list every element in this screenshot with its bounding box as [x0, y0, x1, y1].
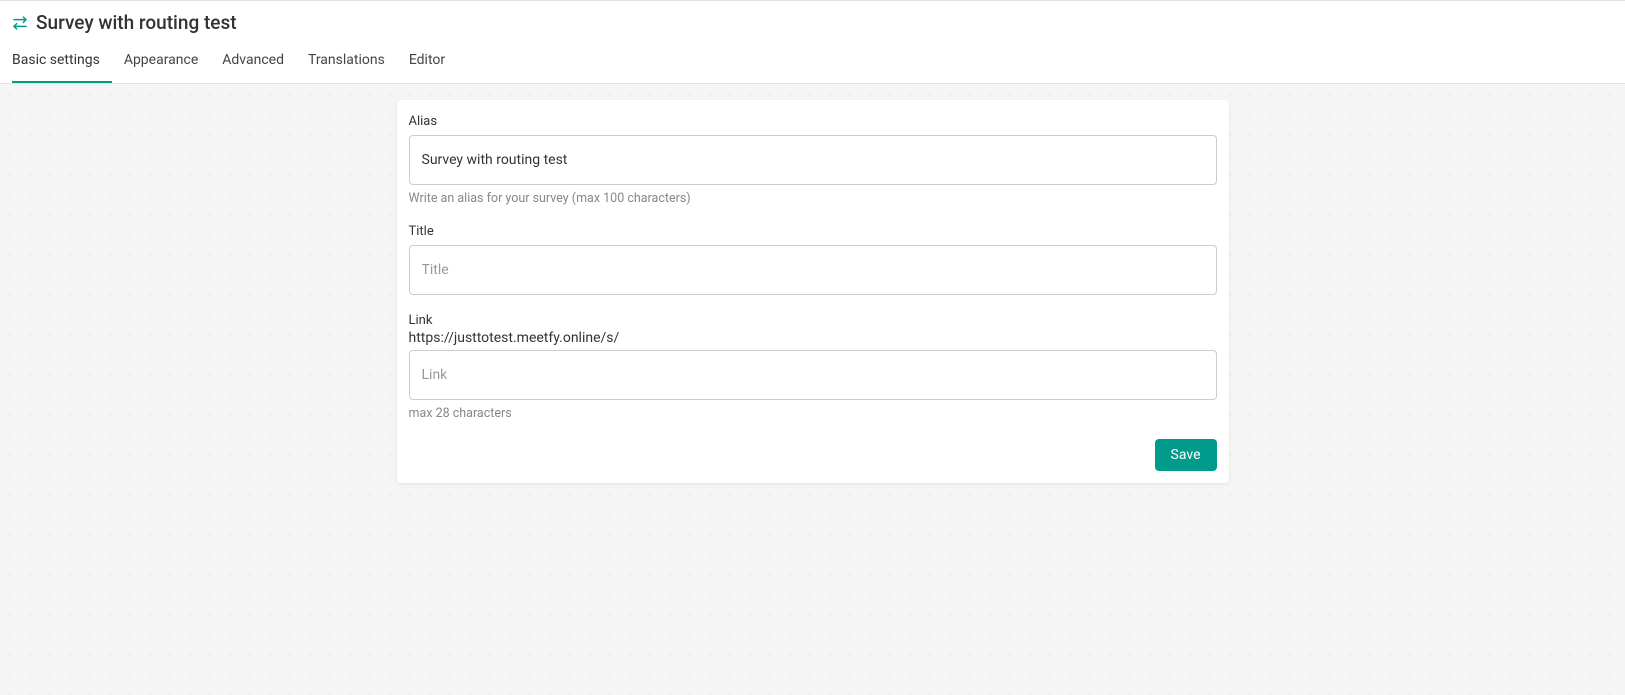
link-label: Link	[409, 313, 1217, 328]
page-header: Survey with routing test Basic settings …	[0, 0, 1625, 84]
actions: Save	[409, 439, 1217, 471]
title-group: Title	[409, 224, 1217, 295]
swap-icon	[12, 15, 28, 31]
title-label: Title	[409, 224, 1217, 239]
save-button[interactable]: Save	[1155, 439, 1217, 471]
title-row: Survey with routing test	[0, 1, 1625, 40]
link-url-prefix: https://justtotest.meetfy.online/s/	[409, 330, 1217, 346]
title-input[interactable]	[409, 245, 1217, 295]
link-help: max 28 characters	[409, 406, 1217, 421]
content-wrap: Alias Write an alias for your survey (ma…	[0, 84, 1625, 499]
link-input[interactable]	[409, 350, 1217, 400]
tab-editor[interactable]: Editor	[409, 40, 457, 83]
page-title: Survey with routing test	[36, 11, 237, 34]
alias-input[interactable]	[409, 135, 1217, 185]
alias-group: Alias Write an alias for your survey (ma…	[409, 114, 1217, 206]
tab-translations[interactable]: Translations	[308, 40, 397, 83]
link-group: Link https://justtotest.meetfy.online/s/…	[409, 313, 1217, 421]
tab-basic-settings[interactable]: Basic settings	[12, 40, 112, 83]
tabs: Basic settings Appearance Advanced Trans…	[0, 40, 1625, 83]
settings-card: Alias Write an alias for your survey (ma…	[397, 100, 1229, 483]
alias-label: Alias	[409, 114, 1217, 129]
alias-help: Write an alias for your survey (max 100 …	[409, 191, 1217, 206]
tab-appearance[interactable]: Appearance	[124, 40, 210, 83]
tab-advanced[interactable]: Advanced	[222, 40, 296, 83]
